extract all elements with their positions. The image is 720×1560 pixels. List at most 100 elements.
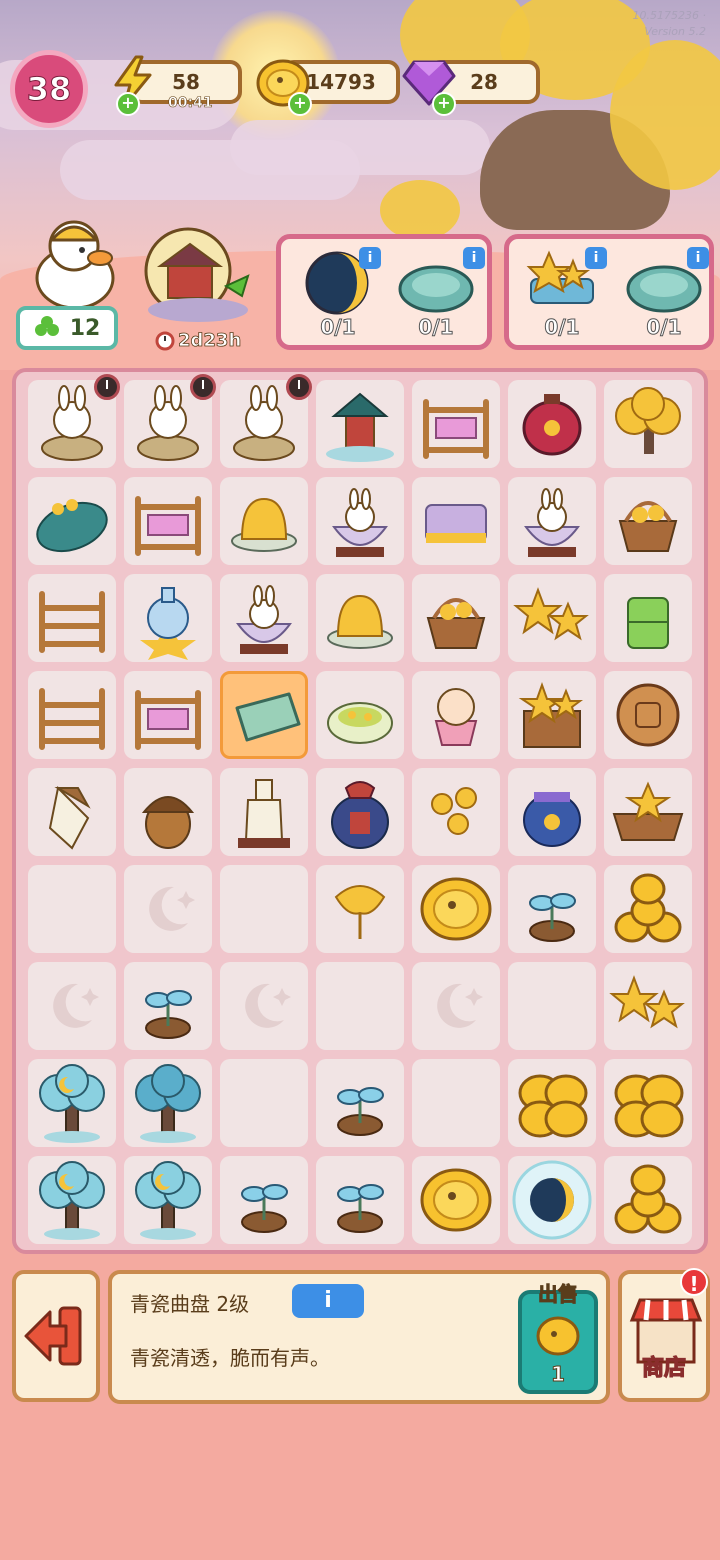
bunny-bowl-icon[interactable] — [508, 477, 596, 565]
wooden-rack-icon[interactable] — [28, 574, 116, 662]
board-cell[interactable] — [412, 477, 500, 565]
bamboo-shoot-icon[interactable] — [28, 768, 116, 856]
board-cell[interactable] — [28, 1059, 116, 1147]
coin-pile-icon[interactable] — [604, 1156, 692, 1244]
board-cell[interactable] — [604, 1156, 692, 1244]
order-card-1[interactable]: 0/1 i 0/1 i — [276, 234, 492, 350]
board-cell[interactable] — [124, 1059, 212, 1147]
sprout-icon[interactable] — [220, 1156, 308, 1244]
sprout-icon[interactable] — [316, 1059, 404, 1147]
board-cell[interactable] — [604, 768, 692, 856]
board-cell[interactable] — [316, 671, 404, 759]
board-cell[interactable] — [604, 962, 692, 1050]
jelly-platter-icon[interactable] — [316, 574, 404, 662]
ginkgo-leaf-icon[interactable] — [316, 865, 404, 953]
board-cell[interactable] — [124, 865, 212, 953]
sprout-icon[interactable] — [124, 962, 212, 1050]
moon-bubble-icon[interactable] — [508, 1156, 596, 1244]
board-cell[interactable] — [124, 962, 212, 1050]
board-cell[interactable] — [220, 962, 308, 1050]
board-cell[interactable] — [412, 1156, 500, 1244]
board-cell[interactable] — [316, 865, 404, 953]
order-info-button[interactable]: i — [585, 247, 607, 269]
board-cell[interactable] — [28, 1156, 116, 1244]
red-lantern-icon[interactable] — [508, 380, 596, 468]
coin-pile-icon[interactable] — [604, 865, 692, 953]
board-cell[interactable] — [412, 962, 500, 1050]
board-cell[interactable] — [28, 962, 116, 1050]
board-cell[interactable] — [28, 671, 116, 759]
board-cell[interactable] — [508, 1156, 596, 1244]
star-cookies-icon[interactable] — [508, 574, 596, 662]
board-cell[interactable] — [220, 671, 308, 759]
board-cell[interactable] — [220, 768, 308, 856]
tea-bowl-icon[interactable] — [316, 671, 404, 759]
flower-basket-icon[interactable] — [604, 477, 692, 565]
board-cell[interactable] — [316, 1059, 404, 1147]
flower-basket-icon[interactable] — [412, 574, 500, 662]
star-cookies-icon[interactable] — [604, 962, 692, 1050]
sell-button[interactable]: 出售 1 — [518, 1282, 598, 1394]
loom-icon[interactable] — [124, 477, 212, 565]
board-cell[interactable] — [508, 380, 596, 468]
board-cell[interactable] — [508, 865, 596, 953]
board-cell[interactable] — [316, 1156, 404, 1244]
mooncake-icon[interactable] — [604, 671, 692, 759]
coin-icon[interactable] — [412, 1156, 500, 1244]
item-info-button[interactable]: i — [292, 1284, 364, 1318]
board-cell[interactable] — [316, 768, 404, 856]
moon-palace-event[interactable] — [138, 226, 258, 326]
leaf-counter[interactable]: 12 — [16, 306, 118, 350]
board-cell[interactable] — [316, 380, 404, 468]
board-cell[interactable] — [508, 477, 596, 565]
board-cell[interactable] — [508, 768, 596, 856]
board-cell[interactable] — [124, 574, 212, 662]
vase-on-star-icon[interactable] — [124, 574, 212, 662]
wine-bottle-icon[interactable] — [220, 768, 308, 856]
board-cell[interactable] — [412, 768, 500, 856]
add-energy-button[interactable]: + — [116, 92, 140, 116]
board-cell[interactable] — [316, 574, 404, 662]
folded-cloth-icon[interactable] — [412, 477, 500, 565]
board-cell[interactable] — [604, 865, 692, 953]
bunny-bowl-icon[interactable] — [220, 574, 308, 662]
board-cell[interactable] — [508, 962, 596, 1050]
board-cell[interactable] — [412, 865, 500, 953]
moon-placeholder-icon[interactable] — [28, 962, 116, 1050]
board-cell[interactable] — [316, 477, 404, 565]
osmanthus-tree-icon[interactable] — [604, 380, 692, 468]
moon-placeholder-icon[interactable] — [412, 962, 500, 1050]
board-cell[interactable] — [28, 574, 116, 662]
board-cell[interactable] — [604, 477, 692, 565]
star-basket-icon[interactable] — [604, 768, 692, 856]
blue-tree-icon[interactable] — [124, 1059, 212, 1147]
board-cell[interactable] — [604, 1059, 692, 1147]
moon-placeholder-icon[interactable] — [220, 962, 308, 1050]
order-info-button[interactable]: i — [463, 247, 485, 269]
celadon-dish-icon[interactable] — [223, 674, 311, 762]
duck-character[interactable] — [30, 210, 120, 310]
acorn-icon[interactable] — [124, 768, 212, 856]
order-card-2[interactable]: 0/1 i 0/1 i — [504, 234, 714, 350]
board-cell[interactable] — [508, 671, 596, 759]
level-badge[interactable]: 38 — [10, 50, 88, 128]
add-coins-button[interactable]: + — [288, 92, 312, 116]
board-cell[interactable] — [604, 380, 692, 468]
coin-stack-icon[interactable] — [508, 1059, 596, 1147]
coin-stack-icon[interactable] — [604, 1059, 692, 1147]
loom-icon[interactable] — [124, 671, 212, 759]
board-cell[interactable] — [220, 865, 308, 953]
moon-tree-icon[interactable] — [28, 1059, 116, 1147]
jelly-platter-icon[interactable] — [220, 477, 308, 565]
board-cell[interactable] — [124, 768, 212, 856]
board-cell[interactable] — [124, 374, 216, 468]
add-gems-button[interactable]: + — [432, 92, 456, 116]
board-cell[interactable] — [412, 671, 500, 759]
bunny-cupcake-icon[interactable] — [412, 671, 500, 759]
wine-jar-icon[interactable] — [316, 768, 404, 856]
board-cell[interactable] — [124, 1156, 212, 1244]
board-cell[interactable] — [28, 768, 116, 856]
star-cookie-box-icon[interactable] — [508, 671, 596, 759]
order-info-button[interactable]: i — [359, 247, 381, 269]
board-cell[interactable] — [508, 574, 596, 662]
